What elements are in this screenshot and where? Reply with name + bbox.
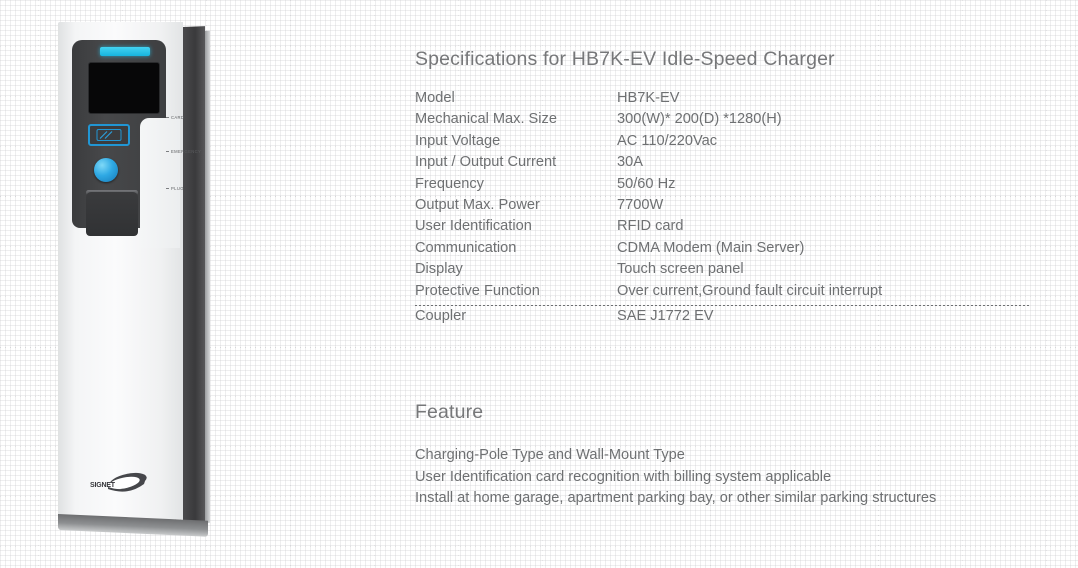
feature-title: Feature: [415, 401, 484, 424]
spec-value: RFID card: [617, 218, 684, 235]
pillar-side-edge: [205, 30, 210, 523]
spec-label: Display: [415, 261, 463, 278]
specifications-divider: [415, 304, 1030, 306]
panel-notch: [140, 118, 180, 248]
emergency-stop-button[interactable]: [94, 158, 118, 182]
spec-label: Input Voltage: [415, 132, 501, 149]
feature-line: Install at home garage, apartment parkin…: [415, 490, 937, 507]
specifications-footer-table: Coupler SAE J1772 EV: [415, 308, 1045, 329]
callout-emergency: EMERGENCY: [165, 149, 202, 154]
spec-value: CDMA Modem (Main Server): [617, 239, 805, 256]
spec-row: Model HB7K-EV: [415, 90, 1045, 111]
spec-label: Mechanical Max. Size: [415, 111, 557, 128]
spec-label: Coupler: [415, 307, 467, 324]
charger-pillar: CARD EMERGENCY PLUG SIGNET: [58, 22, 218, 537]
spec-row: User Identification RFID card: [415, 218, 1045, 239]
callout-plug: PLUG: [166, 186, 184, 191]
spec-label: Protective Function: [415, 282, 540, 299]
spec-label: Communication: [415, 239, 517, 256]
control-panel: [72, 40, 180, 248]
plug-holder[interactable]: [86, 192, 138, 236]
spec-value: HB7K-EV: [617, 90, 680, 106]
spec-row: Input Voltage AC 110/220Vac: [415, 133, 1045, 154]
callout-card: CARD: [165, 115, 185, 120]
spec-value: AC 110/220Vac: [617, 132, 718, 149]
slide-page: CARD EMERGENCY PLUG SIGNET Specification…: [0, 0, 1078, 568]
spec-value: 30A: [617, 154, 643, 171]
specifications-title: Specifications for HB7K-EV Idle-Speed Ch…: [415, 48, 835, 70]
feature-line: Charging-Pole Type and Wall-Mount Type: [415, 447, 685, 464]
led-status-strip: [100, 47, 150, 56]
card-icon: [96, 129, 122, 141]
spec-label: Model: [415, 90, 455, 106]
feature-line: User Identification card recognition wit…: [415, 468, 832, 485]
spec-value: Over current,Ground fault circuit interr…: [617, 282, 883, 299]
spec-value: SAE J1772 EV: [617, 307, 714, 324]
spec-value: Touch screen panel: [617, 261, 744, 278]
feature-list: Charging-Pole Type and Wall-Mount Type Us…: [415, 445, 1045, 510]
spec-value: 50/60 Hz: [617, 175, 676, 192]
rfid-card-reader-slot[interactable]: [88, 124, 130, 146]
spec-label: Output Max. Power: [415, 196, 540, 213]
specification-panel: Specifications for HB7K-EV Idle-Speed Ch…: [415, 48, 1045, 510]
touch-screen-display[interactable]: [88, 62, 160, 114]
spec-value: 7700W: [617, 196, 664, 213]
specifications-table: Model HB7K-EV Mechanical Max. Size 300(W)* …: [415, 90, 1045, 304]
spec-row: Display Touch screen panel: [415, 261, 1045, 282]
spec-row: Output Max. Power 7700W: [415, 197, 1045, 218]
spec-value: 300(W)* 200(D) *1280(H): [617, 111, 782, 128]
spec-row: Mechanical Max. Size 300(W)* 200(D) *1280…: [415, 111, 1045, 132]
product-photo: CARD EMERGENCY PLUG SIGNET: [28, 8, 338, 560]
spec-row: Communication CDMA Modem (Main Server): [415, 240, 1045, 261]
pillar-side-face: [183, 26, 205, 524]
spec-label: Input / Output Current: [415, 154, 557, 171]
logo-wordmark: SIGNET: [90, 482, 115, 489]
spec-row: Protective Function Over current,Ground f…: [415, 283, 1045, 304]
spec-row: Coupler SAE J1772 EV: [415, 308, 1045, 329]
spec-row: Frequency 50/60 Hz: [415, 176, 1045, 197]
spec-label: User Identification: [415, 218, 532, 235]
spec-label: Frequency: [415, 175, 484, 192]
spec-row: Input / Output Current 30A: [415, 154, 1045, 175]
brand-logo: SIGNET: [88, 472, 154, 496]
